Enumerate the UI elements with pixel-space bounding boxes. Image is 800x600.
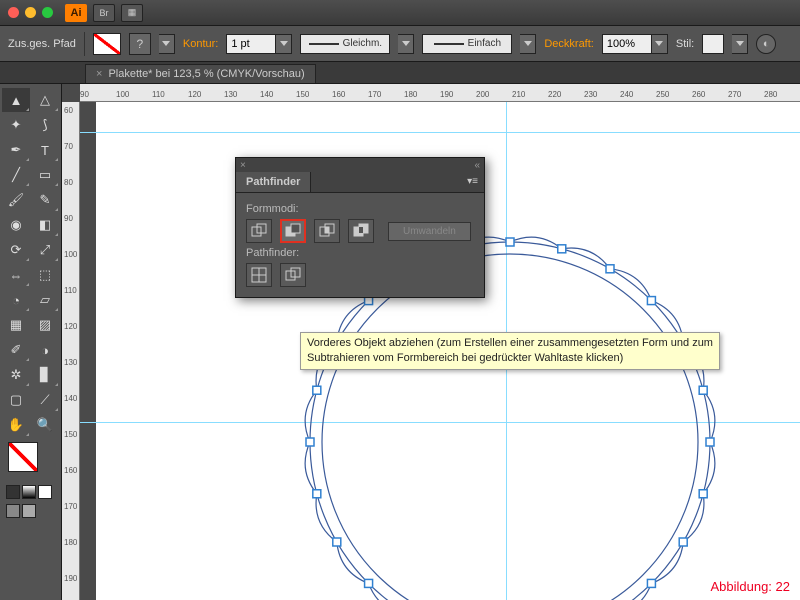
vertical-ruler[interactable]: 60708090100110120130140150160170180190 <box>62 102 80 600</box>
document-title: Plakette* bei 123,5 % (CMYK/Vorschau) <box>108 68 304 80</box>
brush-dropdown[interactable]: Einfach <box>422 34 512 54</box>
blob-brush-tool[interactable]: ◉ <box>2 213 30 237</box>
window-titlebar: Ai Br ▦ <box>0 0 800 26</box>
fill-swatch[interactable] <box>93 33 121 55</box>
intersect-button[interactable] <box>314 219 340 243</box>
gradient-tool[interactable]: ▨ <box>31 313 59 337</box>
artboard[interactable]: × « Pathfinder ▾≡ Formmodi: Umwandeln <box>80 102 800 600</box>
color-mode-icon[interactable] <box>6 485 20 499</box>
pathfinder-tab[interactable]: Pathfinder <box>236 172 311 192</box>
panel-close-icon[interactable]: × <box>240 160 246 171</box>
opacity-field[interactable] <box>602 34 668 54</box>
pathfinder-ops-label: Pathfinder: <box>246 247 474 259</box>
magic-wand-tool[interactable]: ✦ <box>2 113 30 137</box>
figure-label: Abbildung: 22 <box>710 579 790 594</box>
stroke-swatch[interactable]: ? <box>129 33 151 55</box>
mesh-tool[interactable]: ▦ <box>2 313 30 337</box>
none-mode-icon[interactable] <box>38 485 52 499</box>
selection-tool[interactable]: ▲ <box>2 88 30 112</box>
recolor-button[interactable]: ◐ <box>756 34 776 54</box>
close-window-icon[interactable] <box>8 7 19 18</box>
trim-button[interactable] <box>280 263 306 287</box>
shape-modes-label: Formmodi: <box>246 203 474 215</box>
stroke-weight-field[interactable] <box>226 34 292 54</box>
style-swatch[interactable] <box>702 34 724 54</box>
guide-horizontal[interactable] <box>80 132 800 133</box>
exclude-button[interactable] <box>348 219 374 243</box>
tooltip: Vorderes Objekt abziehen (zum Erstellen … <box>300 332 720 370</box>
panel-collapse-icon[interactable]: « <box>474 160 480 171</box>
paintbrush-tool[interactable]: 🖌 <box>2 188 30 212</box>
screen-mode-icon[interactable] <box>6 504 20 518</box>
selection-type-label: Zus.ges. Pfad <box>8 38 76 50</box>
line-tool[interactable]: ╱ <box>2 163 30 187</box>
unite-button[interactable] <box>246 219 272 243</box>
minimize-window-icon[interactable] <box>25 7 36 18</box>
shape-builder-tool[interactable]: ◔ <box>2 288 30 312</box>
eraser-tool[interactable]: ◧ <box>31 213 59 237</box>
horizontal-ruler[interactable]: 9010011012013014015016017018019020021022… <box>80 84 800 102</box>
artboard-tool[interactable]: ▢ <box>2 388 30 412</box>
minus-front-button[interactable] <box>280 219 306 243</box>
opacity-label: Deckkraft: <box>544 38 594 50</box>
arrange-docs-button[interactable]: ▦ <box>121 4 143 22</box>
document-tab-bar: × Plakette* bei 123,5 % (CMYK/Vorschau) <box>0 62 800 84</box>
swatch-menu[interactable] <box>159 34 175 54</box>
document-tab[interactable]: × Plakette* bei 123,5 % (CMYK/Vorschau) <box>85 64 316 83</box>
pathfinder-panel[interactable]: × « Pathfinder ▾≡ Formmodi: Umwandeln <box>235 157 485 298</box>
panel-menu-icon[interactable]: ▾≡ <box>461 172 484 192</box>
graph-tool[interactable]: ▊ <box>31 363 59 387</box>
expand-button[interactable]: Umwandeln <box>388 222 471 241</box>
blend-tool[interactable]: ◑ <box>31 338 59 362</box>
eyedropper-tool[interactable]: ✐ <box>2 338 30 362</box>
type-tool[interactable]: T <box>31 138 59 162</box>
hand-tool[interactable]: ✋ <box>2 413 30 437</box>
zoom-tool[interactable]: 🔍 <box>31 413 59 437</box>
rectangle-tool[interactable]: ▭ <box>31 163 59 187</box>
options-bar: Zus.ges. Pfad ? Kontur: Gleichm. Einfach… <box>0 26 800 62</box>
rotate-tool[interactable]: ⟳ <box>2 238 30 262</box>
lasso-tool[interactable]: ⟆ <box>31 113 59 137</box>
slice-tool[interactable]: ⟋ <box>31 388 59 412</box>
close-tab-icon[interactable]: × <box>96 68 102 80</box>
zoom-window-icon[interactable] <box>42 7 53 18</box>
width-tool[interactable]: ⇔ <box>2 263 30 287</box>
stroke-weight-input[interactable] <box>226 34 276 54</box>
direct-selection-tool[interactable]: △ <box>31 88 59 112</box>
bridge-button[interactable]: Br <box>93 4 115 22</box>
canvas-area: 9010011012013014015016017018019020021022… <box>62 84 800 600</box>
pencil-tool[interactable]: ✎ <box>31 188 59 212</box>
tools-panel: ▲ △ ✦ ⟆ ✒ T ╱ ▭ 🖌 ✎ ◉ ◧ ⟳ ⤢ ⇔ ⬚ ◔ ▱ ▦ ▨ … <box>0 84 62 600</box>
gradient-mode-icon[interactable] <box>22 485 36 499</box>
divide-button[interactable] <box>246 263 272 287</box>
opacity-input[interactable] <box>602 34 652 54</box>
pen-tool[interactable]: ✒ <box>2 138 30 162</box>
draw-mode-icon[interactable] <box>22 504 36 518</box>
free-transform-tool[interactable]: ⬚ <box>31 263 59 287</box>
symbol-sprayer-tool[interactable]: ✲ <box>2 363 30 387</box>
kontur-label: Kontur: <box>183 38 218 50</box>
scale-tool[interactable]: ⤢ <box>31 238 59 262</box>
perspective-tool[interactable]: ▱ <box>31 288 59 312</box>
stroke-profile-dropdown[interactable]: Gleichm. <box>300 34 390 54</box>
fill-stroke-control[interactable] <box>2 438 59 482</box>
app-logo: Ai <box>65 4 87 22</box>
style-label: Stil: <box>676 38 694 50</box>
